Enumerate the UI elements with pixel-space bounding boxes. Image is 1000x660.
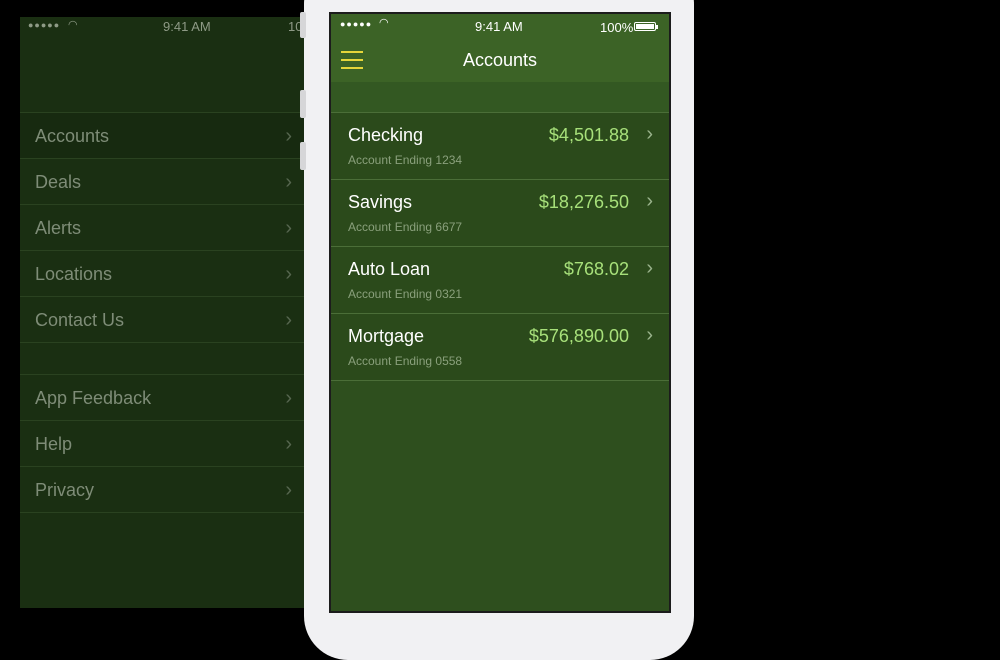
chevron-right-icon: › [285,217,292,239]
wifi-icon: ◠ [68,19,78,31]
chevron-right-icon: › [646,190,653,212]
side-menu: ●●●●● ◠ 9:41 AM 10 Accounts › Deals › Al… [20,17,304,608]
account-balance: $768.02 [563,259,629,279]
account-name: Checking [348,125,424,145]
menu-status-time: 9:41 AM [163,19,211,34]
menu-item-locations[interactable]: Locations › [20,250,304,296]
menu-item-label: Help [35,434,73,454]
account-row-checking[interactable]: Checking Account Ending 1234 $4,501.88 › [331,112,669,179]
menu-item-label: Deals [35,172,82,192]
page-title: Accounts [462,50,538,70]
menu-list: Accounts › Deals › Alerts › Locations › … [20,112,304,513]
menu-item-app-feedback[interactable]: App Feedback › [20,374,304,420]
menu-divider [20,342,304,374]
status-time: 9:41 AM [475,19,523,34]
menu-item-help[interactable]: Help › [20,420,304,466]
account-row-savings[interactable]: Savings Account Ending 6677 $18,276.50 › [331,179,669,246]
account-subtitle: Account Ending 0321 [348,287,463,301]
account-name: Auto Loan [348,259,431,279]
menu-item-label: App Feedback [35,388,152,408]
menu-item-label: Privacy [35,480,95,500]
accounts-screen: ●●●●● ◠ 9:41 AM 100% Accounts Checking A… [329,12,671,613]
chevron-right-icon: › [285,479,292,501]
chevron-right-icon: › [285,387,292,409]
header-spacer [331,82,669,113]
account-balance: $576,890.00 [528,326,629,346]
account-balance: $4,501.88 [548,125,629,145]
battery-percent: 100% [600,20,634,35]
account-subtitle: Account Ending 1234 [348,153,463,167]
menu-status-bar: ●●●●● ◠ 9:41 AM 10 [20,17,304,37]
account-row-auto-loan[interactable]: Auto Loan Account Ending 0321 $768.02 › [331,246,669,313]
chevron-right-icon: › [285,433,292,455]
menu-item-label: Locations [35,264,113,284]
chevron-right-icon: › [646,257,653,279]
account-name: Mortgage [348,326,425,346]
account-row-mortgage[interactable]: Mortgage Account Ending 0558 $576,890.00… [331,313,669,381]
chevron-right-icon: › [285,309,292,331]
navigation-bar: ●●●●● ◠ 9:41 AM 100% Accounts [331,14,669,82]
signal-icon: ●●●●● [28,20,61,30]
mute-switch [300,12,306,38]
account-balance: $18,276.50 [538,192,629,212]
menu-item-label: Contact Us [35,310,125,330]
wifi-icon: ◠ [379,17,389,29]
signal-icon: ●●●●● [340,19,373,29]
chevron-right-icon: › [285,263,292,285]
account-subtitle: Account Ending 0558 [348,354,463,368]
accounts-list: Checking Account Ending 1234 $4,501.88 ›… [331,112,669,381]
account-subtitle: Account Ending 6677 [348,220,463,234]
menu-item-accounts[interactable]: Accounts › [20,112,304,158]
volume-up-button [300,90,306,118]
menu-item-deals[interactable]: Deals › [20,158,304,204]
menu-item-label: Alerts [35,218,82,238]
chevron-right-icon: › [646,324,653,346]
chevron-right-icon: › [646,123,653,145]
chevron-right-icon: › [285,125,292,147]
volume-down-button [300,142,306,170]
menu-item-privacy[interactable]: Privacy › [20,466,304,512]
battery-icon [634,22,658,31]
chevron-right-icon: › [285,171,292,193]
menu-item-contact-us[interactable]: Contact Us › [20,296,304,342]
status-bar: ●●●●● ◠ 9:41 AM 100% [331,14,669,35]
menu-item-alerts[interactable]: Alerts › [20,204,304,250]
menu-item-label: Accounts [35,126,110,146]
account-name: Savings [348,192,413,212]
